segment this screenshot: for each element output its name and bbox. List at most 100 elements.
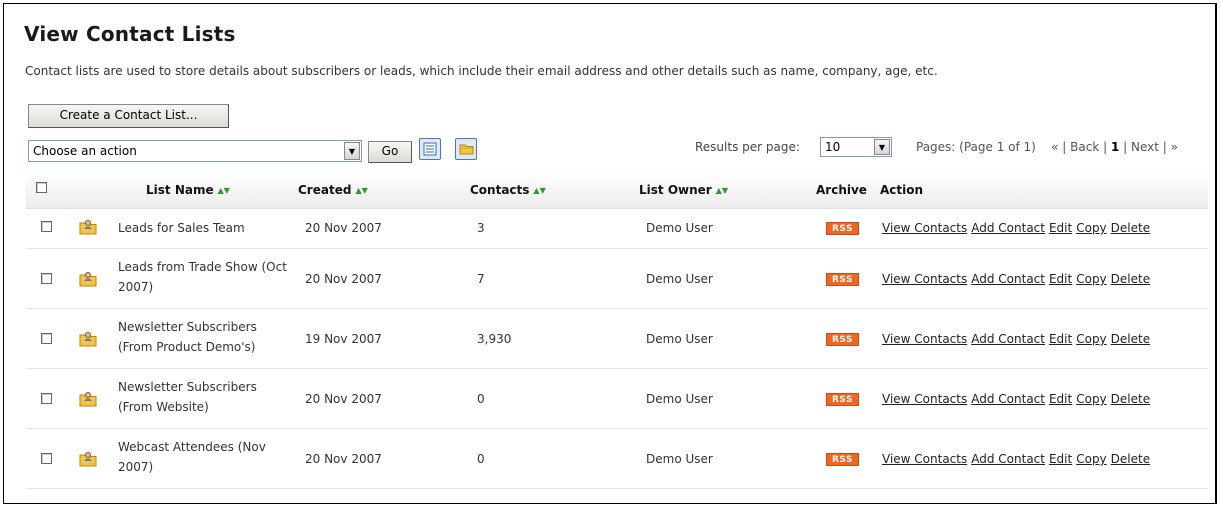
sort-arrows-icon[interactable]: ▲▼ <box>218 186 230 195</box>
contact-list-icon <box>79 392 97 407</box>
sort-arrows-icon[interactable]: ▲▼ <box>355 186 367 195</box>
table-row: Newsletter Subscribers (From Website) 20… <box>26 369 1208 429</box>
copy-link[interactable]: Copy <box>1076 332 1106 346</box>
add-contact-link[interactable]: Add Contact <box>971 332 1045 346</box>
contact-list-icon <box>79 332 97 347</box>
contacts-cell: 0 <box>477 392 485 406</box>
column-header-list-name[interactable]: List Name ▲▼ <box>146 183 230 197</box>
results-per-page-label: Results per page: <box>695 140 800 154</box>
row-actions: View Contacts Add Contact Edit Copy Delete <box>882 452 1154 466</box>
copy-link[interactable]: Copy <box>1076 392 1106 406</box>
list-owner-cell: Demo User <box>646 452 713 466</box>
list-view-icon <box>423 142 437 156</box>
contact-list-icon <box>79 220 97 235</box>
column-header-created[interactable]: Created ▲▼ <box>298 183 368 197</box>
view-contacts-link[interactable]: View Contacts <box>882 221 967 235</box>
contact-list-icon <box>79 272 97 287</box>
table-row: Leads from Trade Show (Oct 2007) 20 Nov … <box>26 249 1208 309</box>
list-owner-cell: Demo User <box>646 221 713 235</box>
rss-badge[interactable]: RSS <box>826 453 859 466</box>
rss-badge[interactable]: RSS <box>826 393 859 406</box>
folder-view-icon <box>459 144 474 155</box>
delete-link[interactable]: Delete <box>1111 332 1150 346</box>
list-name-cell: Leads for Sales Team <box>118 221 245 235</box>
copy-link[interactable]: Copy <box>1076 272 1106 286</box>
action-select[interactable]: Choose an action ▼ <box>28 140 362 162</box>
column-header-contacts[interactable]: Contacts ▲▼ <box>470 183 546 197</box>
list-view-button[interactable] <box>419 138 441 160</box>
delete-link[interactable]: Delete <box>1111 221 1150 235</box>
row-checkbox[interactable] <box>41 273 52 284</box>
pager-last-link[interactable]: » <box>1171 140 1178 154</box>
rss-badge[interactable]: RSS <box>826 222 859 235</box>
edit-link[interactable]: Edit <box>1049 452 1072 466</box>
contacts-cell: 3 <box>477 221 485 235</box>
results-per-page-select[interactable]: 10 ▼ <box>820 137 892 157</box>
add-contact-link[interactable]: Add Contact <box>971 392 1045 406</box>
list-name-cell: Newsletter Subscribers (From Website) <box>118 380 257 414</box>
dropdown-arrow-icon[interactable]: ▼ <box>874 139 890 155</box>
dropdown-arrow-icon[interactable]: ▼ <box>344 142 360 160</box>
contacts-cell: 7 <box>477 272 485 286</box>
row-actions: View Contacts Add Contact Edit Copy Delete <box>882 272 1154 286</box>
contacts-cell: 3,930 <box>477 332 512 346</box>
list-owner-cell: Demo User <box>646 392 713 406</box>
row-actions: View Contacts Add Contact Edit Copy Delete <box>882 221 1154 235</box>
add-contact-link[interactable]: Add Contact <box>971 452 1045 466</box>
folder-view-button[interactable] <box>455 138 477 160</box>
create-contact-list-button[interactable]: Create a Contact List... <box>28 104 229 128</box>
column-header-archive: Archive <box>816 183 867 197</box>
rss-badge[interactable]: RSS <box>826 273 859 286</box>
list-owner-cell: Demo User <box>646 332 713 346</box>
created-cell: 20 Nov 2007 <box>305 452 382 466</box>
column-header-action: Action <box>880 183 924 197</box>
select-all-checkbox[interactable] <box>36 182 47 193</box>
add-contact-link[interactable]: Add Contact <box>971 221 1045 235</box>
column-header-list-owner[interactable]: List Owner ▲▼ <box>639 183 728 197</box>
pager-next-link[interactable]: Next <box>1131 140 1159 154</box>
column-header-label: Contacts <box>470 183 530 197</box>
table-row: Newsletter Subscribers (From Product Dem… <box>26 309 1208 369</box>
sort-arrows-icon[interactable]: ▲▼ <box>716 186 728 195</box>
row-checkbox[interactable] <box>41 393 52 404</box>
copy-link[interactable]: Copy <box>1076 221 1106 235</box>
rss-badge[interactable]: RSS <box>826 333 859 346</box>
delete-link[interactable]: Delete <box>1111 272 1150 286</box>
table-header: List Name ▲▼ Created ▲▼ Contacts ▲▼ List Ow… <box>26 172 1208 209</box>
action-select-value: Choose an action <box>33 144 137 158</box>
edit-link[interactable]: Edit <box>1049 332 1072 346</box>
row-checkbox[interactable] <box>41 333 52 344</box>
list-owner-cell: Demo User <box>646 272 713 286</box>
column-header-label: List Owner <box>639 183 712 197</box>
view-contacts-link[interactable]: View Contacts <box>882 452 967 466</box>
edit-link[interactable]: Edit <box>1049 392 1072 406</box>
view-contacts-link[interactable]: View Contacts <box>882 392 967 406</box>
view-contacts-link[interactable]: View Contacts <box>882 332 967 346</box>
page-title: View Contact Lists <box>24 22 236 46</box>
contact-lists-table: List Name ▲▼ Created ▲▼ Contacts ▲▼ List Ow… <box>26 172 1208 489</box>
edit-link[interactable]: Edit <box>1049 272 1072 286</box>
pages-label: Pages: (Page 1 of 1) <box>916 140 1036 154</box>
table-row: Leads for Sales Team 20 Nov 2007 3 Demo … <box>26 209 1208 249</box>
view-contacts-link[interactable]: View Contacts <box>882 272 967 286</box>
sort-arrows-icon[interactable]: ▲▼ <box>533 186 545 195</box>
add-contact-link[interactable]: Add Contact <box>971 272 1045 286</box>
created-cell: 19 Nov 2007 <box>305 332 382 346</box>
pager-back-link[interactable]: Back <box>1070 140 1099 154</box>
row-checkbox[interactable] <box>41 221 52 232</box>
list-name-cell: Newsletter Subscribers (From Product Dem… <box>118 320 257 354</box>
copy-link[interactable]: Copy <box>1076 452 1106 466</box>
row-checkbox[interactable] <box>41 453 52 464</box>
delete-link[interactable]: Delete <box>1111 392 1150 406</box>
created-cell: 20 Nov 2007 <box>305 272 382 286</box>
edit-link[interactable]: Edit <box>1049 221 1072 235</box>
column-header-label: List Name <box>146 183 214 197</box>
pager-current-page: 1 <box>1110 140 1120 154</box>
row-actions: View Contacts Add Contact Edit Copy Delete <box>882 392 1154 406</box>
pager-first-link[interactable]: « <box>1051 140 1058 154</box>
contact-list-icon <box>79 452 97 467</box>
go-button[interactable]: Go <box>368 141 412 163</box>
row-actions: View Contacts Add Contact Edit Copy Delete <box>882 332 1154 346</box>
delete-link[interactable]: Delete <box>1111 452 1150 466</box>
column-header-label: Created <box>298 183 352 197</box>
